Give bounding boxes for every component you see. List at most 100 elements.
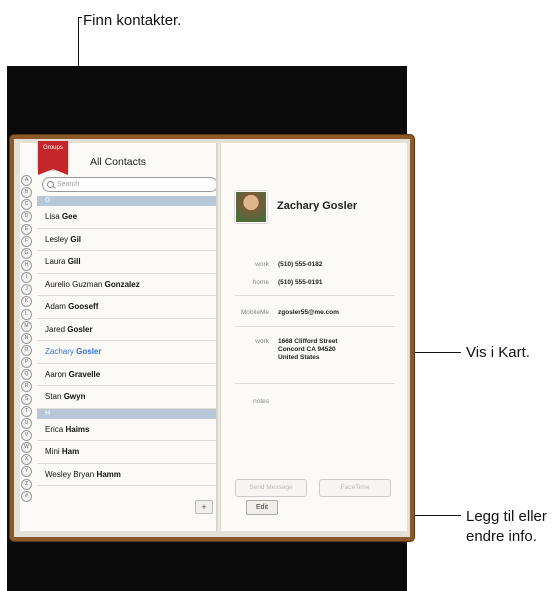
index-letter[interactable]: F <box>21 235 32 247</box>
search-input[interactable]: Search <box>42 177 218 192</box>
contact-last-name: Gee <box>61 212 78 221</box>
address-line2: Concord CA 94520 <box>278 346 336 353</box>
send-message-button[interactable]: Send Message <box>235 479 307 497</box>
work-phone-label: work <box>255 261 269 268</box>
index-letter[interactable]: V <box>21 429 32 441</box>
index-letter[interactable]: U <box>21 417 32 429</box>
index-letter[interactable]: S <box>21 393 32 405</box>
index-letter[interactable]: D <box>21 211 32 223</box>
contact-first-name: Zachary <box>45 347 74 356</box>
index-letter[interactable]: C <box>21 199 32 211</box>
divider <box>235 326 395 327</box>
contact-first-name: Mini <box>45 447 60 456</box>
contact-first-name: Lesley <box>45 234 69 244</box>
section-header-h: H <box>37 408 218 419</box>
contact-row[interactable]: Aurelio Guzman Gonzalez <box>37 274 218 296</box>
callout-show-map: Vis i Kart. <box>466 344 530 361</box>
contact-last-name: Hamm <box>96 469 121 479</box>
index-letter[interactable]: N <box>21 332 32 344</box>
section-header-g: G <box>37 196 218 206</box>
facetime-button[interactable]: FaceTime <box>319 479 391 497</box>
contact-first-name: Adam <box>45 302 66 311</box>
callout-edit-line1: Legg til eller <box>466 508 547 525</box>
contact-name: Zachary Gosler <box>277 200 358 212</box>
contact-row[interactable]: Adam Gooseff <box>37 296 218 319</box>
contact-last-name: Ham <box>61 447 80 456</box>
notes-label: notes <box>253 398 269 405</box>
index-letter[interactable]: W <box>21 442 32 454</box>
index-letter[interactable]: Q <box>21 369 32 381</box>
index-letter[interactable]: B <box>21 187 32 199</box>
work-phone-value[interactable]: (510) 555-0182 <box>278 261 322 269</box>
contact-first-name: Wesley Bryan <box>45 469 95 479</box>
contacts-book: Groups All Contacts ABCDEFGHIJKLMNOPQRST… <box>10 135 414 541</box>
contact-last-name: Gooseff <box>68 302 99 311</box>
address-line1: 1668 Clifford Street <box>278 338 338 345</box>
add-contact-button[interactable]: + <box>195 500 213 514</box>
index-letter[interactable]: # <box>21 490 32 502</box>
alphabet-index[interactable]: A B C D E F G H I J K L M N O P Q R S T U V W X Y Z # <box>20 175 32 525</box>
index-letter[interactable]: Z <box>21 478 32 490</box>
home-phone-value[interactable]: (510) 555-0191 <box>278 279 322 287</box>
address-value[interactable]: 1668 Clifford Street Concord CA 94520 Un… <box>278 338 338 362</box>
index-letter[interactable]: Y <box>21 466 32 478</box>
contact-first-name: Erica <box>45 424 64 434</box>
index-letter[interactable]: K <box>21 296 32 308</box>
index-letter[interactable]: M <box>21 320 32 332</box>
address-line3: United States <box>278 354 320 361</box>
index-letter[interactable]: X <box>21 454 32 466</box>
contact-row[interactable]: Stan Gwyn <box>37 386 218 409</box>
contact-row[interactable]: Erica Haims <box>37 419 218 441</box>
callout-edit-line2: endre info. <box>466 528 537 545</box>
index-letter[interactable]: I <box>21 272 32 284</box>
index-letter[interactable]: O <box>21 344 32 356</box>
contact-first-name: Jared <box>45 324 66 334</box>
index-letter[interactable]: H <box>21 259 32 271</box>
contact-first-name: Aaron <box>45 369 67 379</box>
contact-first-name: Laura <box>45 257 66 266</box>
callout-line-search-tick <box>78 17 82 18</box>
index-letter[interactable]: A <box>21 175 32 186</box>
contact-last-name: Gravelle <box>68 369 101 379</box>
contact-detail-page: Zachary Gosler work (510) 555-0182 home … <box>221 143 407 531</box>
contact-last-name: Gonzalez <box>104 279 140 289</box>
index-letter[interactable]: P <box>21 357 32 369</box>
contacts-list-page: Groups All Contacts ABCDEFGHIJKLMNOPQRST… <box>20 141 219 531</box>
contact-last-name: Gosler <box>76 347 102 356</box>
contact-row[interactable]: Lisa Gee <box>37 206 218 229</box>
edit-button[interactable]: Edit <box>246 500 278 515</box>
home-phone-label: home <box>252 279 269 286</box>
contact-row[interactable]: Laura Gill <box>37 251 218 274</box>
contact-last-name: Gwyn <box>63 392 86 401</box>
callout-find-contacts: Finn kontakter. <box>83 12 182 29</box>
avatar <box>235 191 267 223</box>
index-letter[interactable]: E <box>21 223 32 235</box>
index-letter[interactable]: J <box>21 284 32 296</box>
address-label: work <box>255 338 269 345</box>
contacts-list: G Lisa Gee Lesley Gil Laura Gill Aurelio Gu… <box>37 196 218 486</box>
contact-first-name: Aurelio Guzman <box>45 279 103 289</box>
contact-row[interactable]: Aaron Gravelle <box>37 364 218 386</box>
contact-first-name: Lisa <box>45 212 60 221</box>
index-letter[interactable]: L <box>21 308 32 320</box>
contact-last-name: Gill <box>67 257 81 266</box>
divider <box>235 383 395 384</box>
page-title: All Contacts <box>90 156 147 168</box>
contact-row[interactable]: Lesley Gil <box>37 229 218 251</box>
index-letter[interactable]: R <box>21 381 32 393</box>
contact-first-name: Stan <box>45 392 62 401</box>
email-value[interactable]: zgosler55@me.com <box>278 309 339 317</box>
search-placeholder: Search <box>57 181 80 188</box>
contact-last-name: Haims <box>65 424 90 434</box>
groups-button[interactable]: Groups <box>38 141 68 175</box>
email-label: MobileMe <box>240 309 269 316</box>
contact-row[interactable]: Jared Gosler <box>37 319 218 341</box>
contact-row[interactable]: Zachary Gosler <box>37 341 218 364</box>
index-letter[interactable]: T <box>21 405 32 417</box>
contact-last-name: Gosler <box>67 324 93 334</box>
index-letter[interactable]: G <box>21 247 32 259</box>
contact-row[interactable]: Mini Ham <box>37 441 218 464</box>
contact-row[interactable]: Wesley Bryan Hamm <box>37 464 218 486</box>
groups-label: Groups <box>43 145 63 151</box>
divider <box>235 295 395 296</box>
